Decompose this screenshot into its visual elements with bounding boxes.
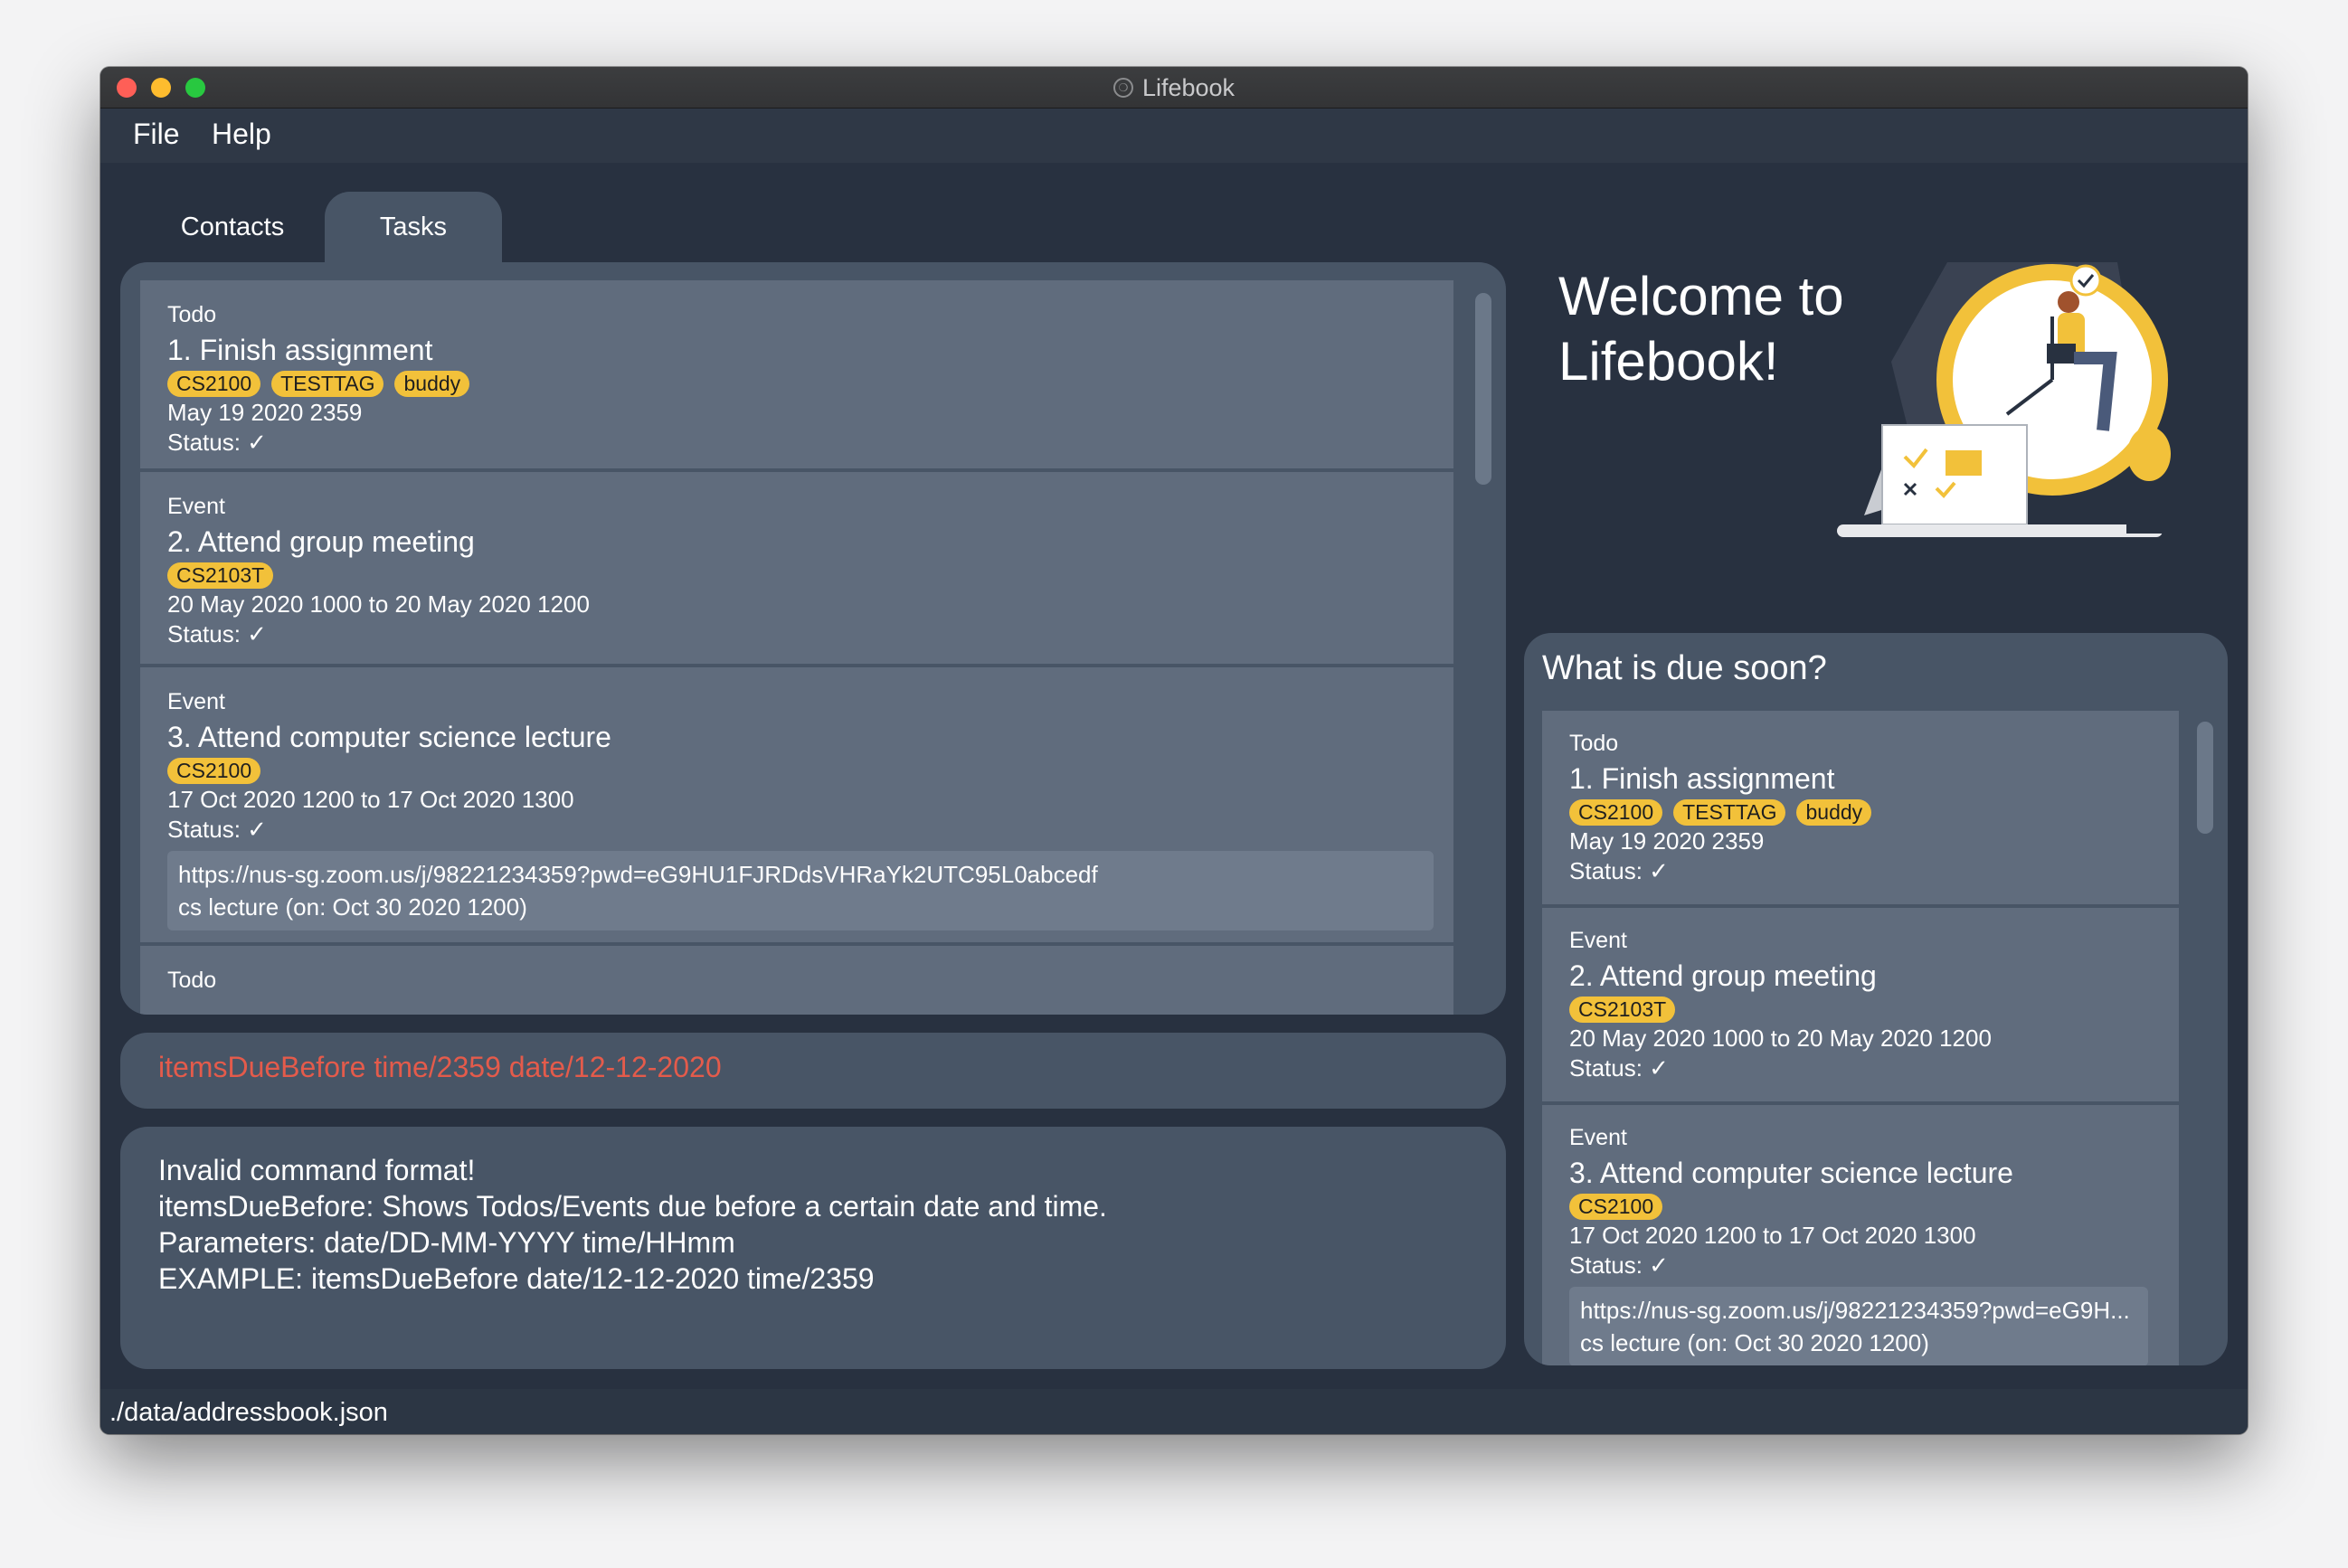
tag-badge: CS2100 (167, 371, 261, 397)
status-bar: ./data/addressbook.json (100, 1389, 2248, 1434)
task-date: May 19 2020 2359 (1569, 827, 1765, 855)
tag-badge: CS2100 (1569, 799, 1663, 826)
app-icon: ❍ (1112, 78, 1133, 98)
task-date: May 19 2020 2359 (167, 399, 363, 426)
task-type: Todo (167, 968, 217, 993)
task-status: Status: ✓ (167, 816, 267, 843)
task-status: Status: ✓ (1569, 857, 1669, 884)
task-title: 2. Attend group meeting (1569, 959, 1877, 992)
task-list-scrollbar[interactable] (1475, 293, 1491, 485)
task-title: 2. Attend group meeting (167, 525, 475, 558)
tag-badge: buddy (394, 371, 470, 397)
meeting-link[interactable]: https://nus-sg.zoom.us/j/98221234359?pwd… (1580, 1294, 2137, 1327)
task-title: 1. Finish assignment (167, 334, 433, 366)
task-card[interactable]: Event 3. Attend computer science lecture… (140, 667, 1453, 942)
meeting-link[interactable]: https://nus-sg.zoom.us/j/98221234359?pwd… (178, 858, 1423, 891)
tag-badge: TESTTAG (1673, 799, 1786, 826)
task-date: 17 Oct 2020 1200 to 17 Oct 2020 1300 (1569, 1222, 1976, 1249)
task-type: Event (167, 494, 225, 519)
tag-badge: CS2103T (167, 562, 274, 589)
task-type: Todo (167, 302, 217, 327)
result-display: Invalid command format! itemsDueBefore: … (120, 1127, 1506, 1369)
menu-bar: File Help (100, 109, 2248, 163)
task-title: 1. Finish assignment (1569, 762, 1835, 795)
task-card[interactable]: Event 2. Attend group meeting CS2103T 20… (140, 472, 1453, 664)
task-card[interactable]: Todo (140, 946, 1453, 1015)
command-box[interactable]: itemsDueBefore time/2359 date/12-12-2020 (120, 1033, 1506, 1109)
due-soon-scrollbar[interactable] (2197, 722, 2213, 834)
due-soon-panel[interactable]: What is due soon? Todo 1. Finish assignm… (1524, 633, 2228, 1365)
command-input[interactable]: itemsDueBefore time/2359 date/12-12-2020 (158, 1051, 722, 1084)
due-task-card[interactable]: Event 3. Attend computer science lecture… (1542, 1105, 2179, 1365)
task-date: 20 May 2020 1000 to 20 May 2020 1200 (1569, 1025, 1992, 1052)
tag-badge: TESTTAG (271, 371, 384, 397)
clock-illustration (1837, 262, 2172, 537)
tag-badge: buddy (1796, 799, 1872, 826)
task-type: Todo (1569, 731, 1619, 756)
task-card[interactable]: Todo 1. Finish assignment CS2100 TESTTAG… (140, 280, 1453, 468)
tab-contacts[interactable]: Contacts (144, 192, 321, 262)
window-title: Lifebook (1141, 73, 1236, 101)
task-status: Status: ✓ (1569, 1252, 1669, 1279)
task-date: 17 Oct 2020 1200 to 17 Oct 2020 1300 (167, 786, 574, 813)
task-type: Event (1569, 1125, 1627, 1150)
tag-badge: CS2100 (1569, 1194, 1663, 1220)
meeting-link-box[interactable]: https://nus-sg.zoom.us/j/98221234359?pwd… (167, 851, 1434, 930)
welcome-heading: Welcome to Lifebook! (1558, 266, 1844, 392)
task-title: 3. Attend computer science lecture (167, 721, 611, 753)
tab-tasks[interactable]: Tasks (325, 192, 502, 262)
save-location-path: ./data/addressbook.json (109, 1398, 388, 1427)
due-task-card[interactable]: Todo 1. Finish assignment CS2100 TESTTAG… (1542, 711, 2179, 904)
meeting-link-note: cs lecture (on: Oct 30 2020 1200) (178, 893, 527, 921)
task-list-panel[interactable]: Todo 1. Finish assignment CS2100 TESTTAG… (120, 262, 1506, 1015)
meeting-link-box[interactable]: https://nus-sg.zoom.us/j/98221234359?pwd… (1569, 1287, 2148, 1365)
task-status: Status: ✓ (167, 620, 267, 647)
menu-help[interactable]: Help (212, 118, 271, 151)
due-task-card[interactable]: Event 2. Attend group meeting CS2103T 20… (1542, 908, 2179, 1101)
task-status: Status: ✓ (167, 429, 267, 456)
menu-file[interactable]: File (133, 118, 180, 151)
title-bar[interactable]: ❍ Lifebook (100, 67, 2248, 109)
task-date: 20 May 2020 1000 to 20 May 2020 1200 (167, 590, 590, 618)
result-message: Invalid command format! itemsDueBefore: … (158, 1154, 1107, 1295)
app-window: ❍ Lifebook File Help Contacts Tasks Todo… (100, 67, 2248, 1434)
meeting-link-note: cs lecture (on: Oct 30 2020 1200) (1580, 1329, 1929, 1356)
task-status: Status: ✓ (1569, 1054, 1669, 1082)
task-title: 3. Attend computer science lecture (1569, 1157, 2013, 1189)
due-soon-title: What is due soon? (1542, 649, 1827, 687)
tag-badge: CS2100 (167, 758, 261, 784)
tag-badge: CS2103T (1569, 997, 1676, 1023)
task-type: Event (1569, 928, 1627, 953)
task-type: Event (167, 689, 225, 714)
